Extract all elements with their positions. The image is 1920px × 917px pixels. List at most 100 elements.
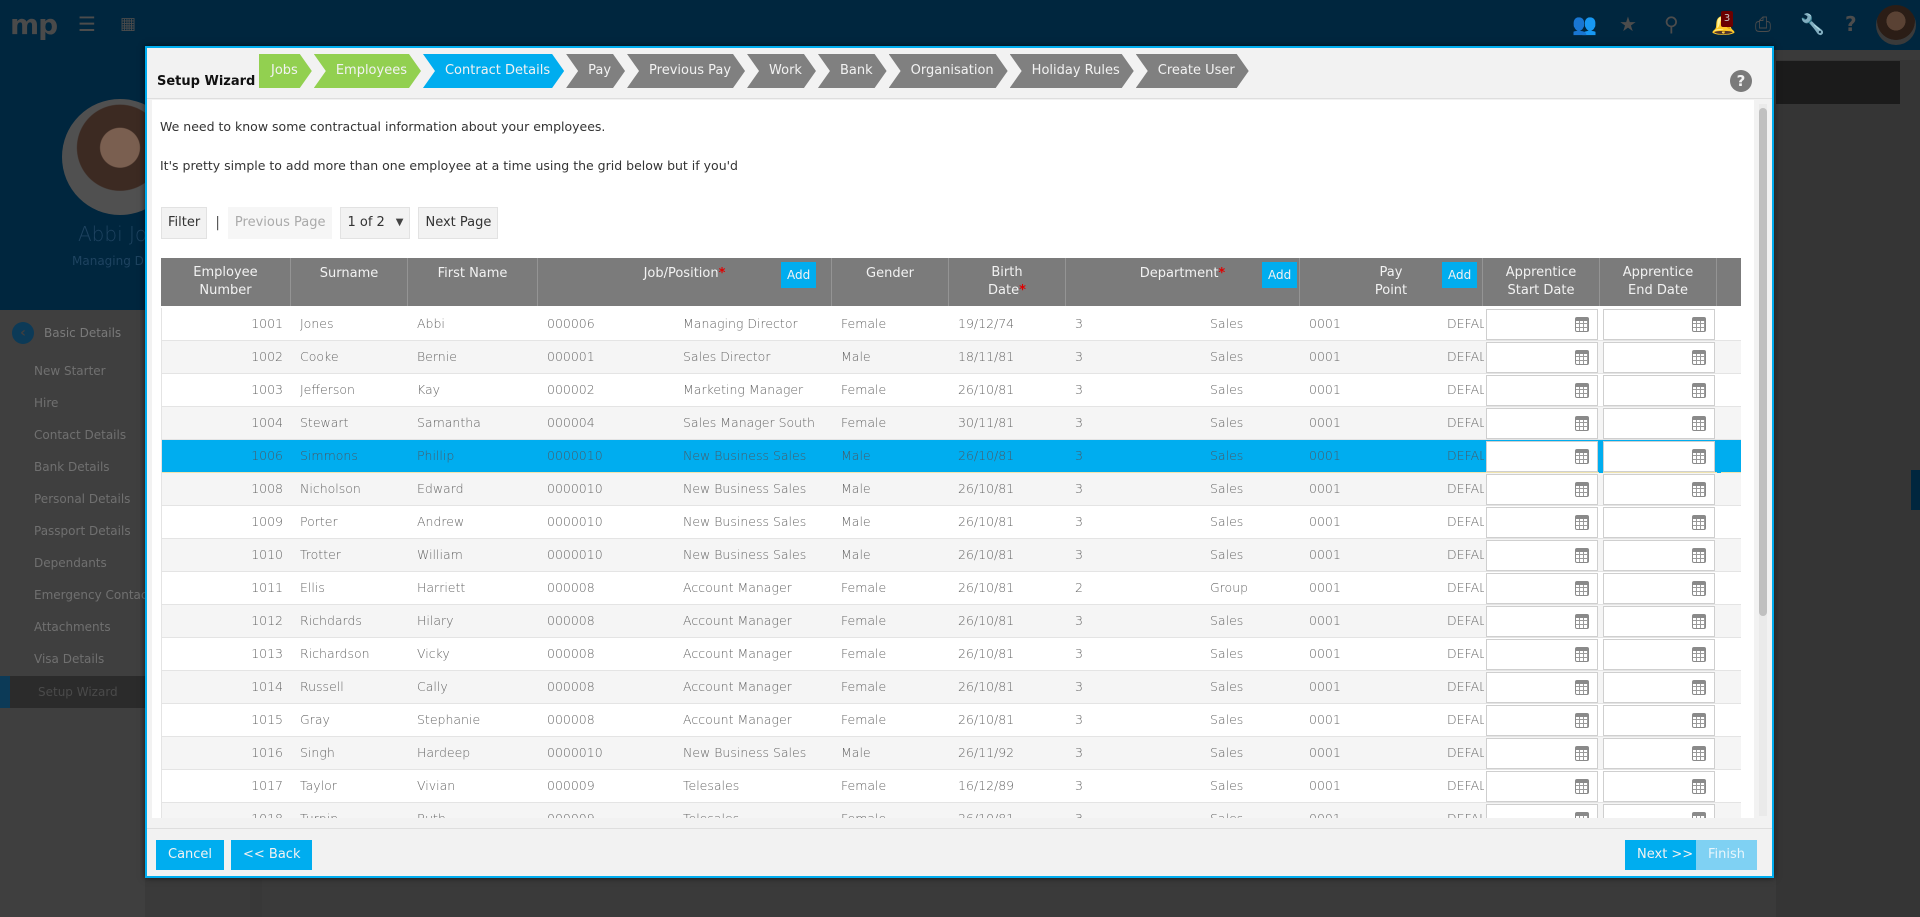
cell-birth-date[interactable]: 26/10/81: [958, 374, 1058, 406]
cell-birth-date[interactable]: 26/10/81: [958, 803, 1058, 818]
apprentice-start-date-input[interactable]: [1486, 309, 1598, 340]
cell-gender[interactable]: Male: [841, 473, 941, 505]
col-header-apprentice-start-date[interactable]: Apprentice Start Date: [1483, 258, 1600, 306]
cell-first-name[interactable]: Bernie: [417, 341, 537, 373]
calendar-icon[interactable]: [1692, 383, 1706, 398]
cell-department-code[interactable]: 3: [1075, 539, 1135, 571]
cell-employee-number[interactable]: 1010: [162, 539, 283, 571]
cell-department-name[interactable]: Sales: [1210, 737, 1290, 769]
cell-first-name[interactable]: Hilary: [417, 605, 537, 637]
table-row[interactable]: 1016 Singh Hardeep 0000010 New Business Sale…: [162, 737, 1741, 770]
cell-job-name[interactable]: New Business Sales: [683, 737, 833, 769]
calendar-icon[interactable]: [1575, 350, 1589, 365]
table-row[interactable]: 1014 Russell Cally 000008 Account Manager Fem…: [162, 671, 1741, 704]
cell-first-name[interactable]: Stephanie: [417, 704, 537, 736]
add-department-button[interactable]: Add: [1262, 262, 1298, 288]
cell-department-name[interactable]: Sales: [1210, 506, 1290, 538]
cell-pay-point-name[interactable]: DEFAL: [1447, 473, 1484, 505]
cell-job-name[interactable]: Managing Director: [683, 308, 833, 340]
apprentice-start-date-input[interactable]: [1486, 375, 1598, 406]
cell-pay-point-name[interactable]: DEFAL: [1447, 308, 1484, 340]
cell-employee-number[interactable]: 1018: [162, 803, 283, 818]
cell-first-name[interactable]: Hardeep: [417, 737, 537, 769]
calendar-icon[interactable]: [1575, 548, 1589, 563]
cell-department-name[interactable]: Group: [1210, 572, 1290, 604]
cell-employee-number[interactable]: 1001: [162, 308, 283, 340]
cell-job-code[interactable]: 0000010: [547, 539, 667, 571]
calendar-icon[interactable]: [1692, 680, 1706, 695]
col-header-gender[interactable]: Gender: [832, 258, 949, 306]
cell-surname[interactable]: Turpin: [300, 803, 410, 818]
apprentice-end-date-input[interactable]: [1603, 342, 1715, 373]
apprentice-start-date-input[interactable]: [1486, 507, 1598, 538]
cell-pay-point-code[interactable]: 0001: [1309, 440, 1369, 472]
step-previous-pay[interactable]: Previous Pay: [627, 54, 745, 88]
table-row[interactable]: 1009 Porter Andrew 0000010 New Business Sale…: [162, 506, 1741, 539]
step-organisation[interactable]: Organisation: [889, 54, 1008, 88]
cell-job-code[interactable]: 0000010: [547, 473, 667, 505]
apprentice-end-date-input[interactable]: [1603, 606, 1715, 637]
cell-first-name[interactable]: Ruth: [417, 803, 537, 818]
nav-item-passport-details[interactable]: Passport Details: [34, 524, 131, 538]
cell-department-code[interactable]: 3: [1075, 605, 1135, 637]
cell-birth-date[interactable]: 19/12/74: [958, 308, 1058, 340]
calendar-icon[interactable]: [1692, 581, 1706, 596]
cell-department-name[interactable]: Sales: [1210, 770, 1290, 802]
cell-department-code[interactable]: 3: [1075, 440, 1135, 472]
cell-gender[interactable]: Male: [841, 440, 941, 472]
cell-job-name[interactable]: Account Manager: [683, 605, 833, 637]
cell-pay-point-name[interactable]: DEFAL: [1447, 770, 1484, 802]
cell-job-code[interactable]: 000004: [547, 407, 667, 439]
cell-job-code[interactable]: 000009: [547, 770, 667, 802]
finish-button[interactable]: Finish: [1696, 840, 1758, 870]
cell-surname[interactable]: Taylor: [300, 770, 410, 802]
nav-item-dependants[interactable]: Dependants: [34, 556, 107, 570]
cell-job-code[interactable]: 000001: [547, 341, 667, 373]
apprentice-start-date-input[interactable]: [1486, 804, 1598, 818]
calendar-icon[interactable]: [1692, 515, 1706, 530]
cell-pay-point-code[interactable]: 0001: [1309, 341, 1369, 373]
cell-gender[interactable]: Female: [841, 374, 941, 406]
cell-surname[interactable]: Jones: [300, 308, 410, 340]
cell-pay-point-code[interactable]: 0001: [1309, 407, 1369, 439]
table-row[interactable]: 1006 Simmons Phillip 0000010 New Business Sa…: [162, 440, 1741, 473]
cell-department-code[interactable]: 3: [1075, 308, 1135, 340]
cell-surname[interactable]: Porter: [300, 506, 410, 538]
add-pay-point-button[interactable]: Add: [1442, 262, 1478, 288]
calendar-icon[interactable]: [1575, 416, 1589, 431]
calendar-icon[interactable]: [1692, 713, 1706, 728]
col-header-apprentice-end-date[interactable]: Apprentice End Date: [1600, 258, 1717, 306]
help-icon[interactable]: ?: [1730, 70, 1752, 92]
cell-department-code[interactable]: 2: [1075, 572, 1135, 604]
side-panel-toggle[interactable]: [1911, 470, 1920, 510]
col-header-first-name[interactable]: First Name: [408, 258, 538, 306]
apprentice-start-date-input[interactable]: [1486, 738, 1598, 769]
cell-department-code[interactable]: 3: [1075, 341, 1135, 373]
table-row[interactable]: 1015 Gray Stephanie 000008 Account Manager Fe…: [162, 704, 1741, 737]
cell-employee-number[interactable]: 1013: [162, 638, 283, 670]
cell-department-code[interactable]: 3: [1075, 638, 1135, 670]
cell-pay-point-code[interactable]: 0001: [1309, 704, 1369, 736]
apprentice-start-date-input[interactable]: [1486, 408, 1598, 439]
cell-pay-point-name[interactable]: DEFAL: [1447, 440, 1484, 472]
calendar-icon[interactable]: [1575, 482, 1589, 497]
table-row[interactable]: 1003 Jefferson Kay 000002 Marketing Manager F…: [162, 374, 1741, 407]
table-row[interactable]: 1011 Ellis Harriett 000008 Account Manager Fe…: [162, 572, 1741, 605]
star-icon[interactable]: ★: [1619, 14, 1637, 34]
cell-pay-point-name[interactable]: DEFAL: [1447, 803, 1484, 818]
step-bank[interactable]: Bank: [818, 54, 887, 88]
cell-department-code[interactable]: 3: [1075, 407, 1135, 439]
cell-first-name[interactable]: Phillip: [417, 440, 537, 472]
calendar-icon[interactable]: [1692, 548, 1706, 563]
cell-department-name[interactable]: Sales: [1210, 440, 1290, 472]
nav-item-contact-details[interactable]: Contact Details: [34, 428, 126, 442]
cell-birth-date[interactable]: 26/10/81: [958, 671, 1058, 703]
cell-surname[interactable]: Simmons: [300, 440, 410, 472]
cell-department-name[interactable]: Sales: [1210, 671, 1290, 703]
nav-item-hire[interactable]: Hire: [34, 396, 58, 410]
apprentice-start-date-input[interactable]: [1486, 441, 1598, 472]
apprentice-start-date-input[interactable]: [1486, 342, 1598, 373]
cell-first-name[interactable]: Cally: [417, 671, 537, 703]
vertical-scrollbar[interactable]: [1759, 104, 1767, 816]
calendar-icon[interactable]: [1692, 449, 1706, 464]
